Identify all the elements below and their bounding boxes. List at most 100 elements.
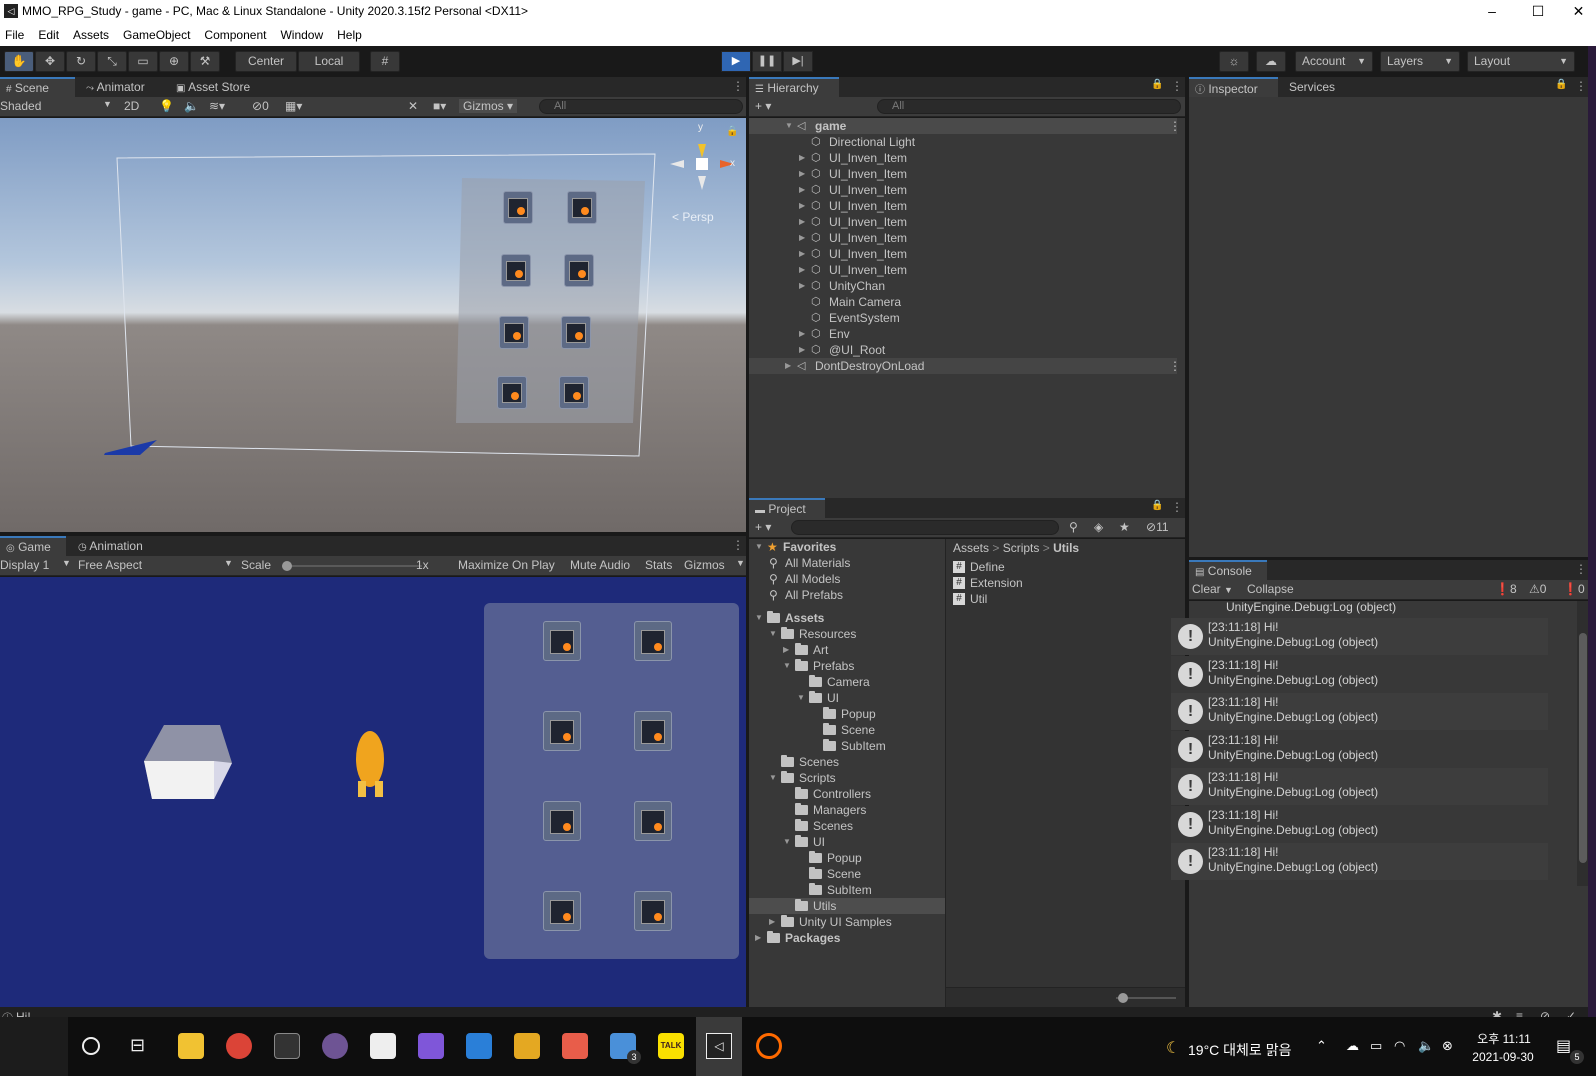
search-icon[interactable]	[82, 1037, 100, 1055]
chevron-right-icon[interactable]: ▶	[755, 930, 761, 946]
tab-game[interactable]: ◎ Game	[0, 536, 66, 556]
project-folder[interactable]: ▼ Resources	[749, 626, 945, 642]
chevron-right-icon[interactable]: ▶	[799, 230, 805, 246]
tab-asset-store[interactable]: ▣ Asset Store	[170, 77, 258, 97]
sourcetree-icon[interactable]	[514, 1033, 540, 1059]
hierarchy-item[interactable]: ▶ ⬡ Env	[749, 326, 1177, 342]
move-tool-icon[interactable]: ✥	[35, 51, 65, 72]
orientation-gizmo[interactable]: y x	[666, 122, 738, 206]
hierarchy-item[interactable]: ▶ ⬡ UI_Inven_Item	[749, 214, 1177, 230]
mode-2d-toggle[interactable]: 2D	[124, 99, 139, 113]
type-filter-icon[interactable]: ⚲	[1069, 520, 1078, 534]
visual-studio-icon[interactable]	[418, 1033, 444, 1059]
console-log-entry[interactable]: ! [23:11:18] Hi! UnityEngine.Debug:Log (ob…	[1171, 693, 1548, 730]
hierarchy-item[interactable]: ▶ ⬡ UI_Inven_Item	[749, 150, 1177, 166]
inventory-slot[interactable]	[634, 621, 672, 661]
pivot-local-button[interactable]: Local	[298, 51, 360, 72]
pivot-center-button[interactable]: Center	[235, 51, 297, 72]
maximize-on-play-toggle[interactable]: Maximize On Play	[458, 558, 555, 572]
project-folder[interactable]: SubItem	[749, 738, 945, 754]
chevron-right-icon[interactable]: ▶	[799, 166, 805, 182]
fork-icon[interactable]	[562, 1033, 588, 1059]
kakaotalk-icon[interactable]: TALK	[658, 1033, 684, 1059]
console-scrollbar-thumb[interactable]	[1579, 633, 1587, 863]
chrome-icon[interactable]	[226, 1033, 252, 1059]
terminal-icon[interactable]	[274, 1033, 300, 1059]
info-filter-toggle[interactable]: ❗8	[1495, 582, 1517, 596]
rotate-tool-icon[interactable]: ↻	[66, 51, 96, 72]
project-folder[interactable]: ▼ UI	[749, 690, 945, 706]
inventory-slot[interactable]	[543, 891, 581, 931]
stats-toggle[interactable]: Stats	[645, 558, 672, 572]
clock-time[interactable]: 오후 11:11	[1472, 1030, 1536, 1047]
chevron-down-icon[interactable]: ▼	[785, 118, 793, 134]
chevron-down-icon[interactable]: ▼	[783, 834, 791, 850]
console-log-entry[interactable]: ! [23:11:18] Hi! UnityEngine.Debug:Log (ob…	[1171, 730, 1548, 768]
scale-slider-handle[interactable]	[282, 561, 292, 571]
light-icon[interactable]: ☼	[1219, 51, 1249, 72]
lock-icon[interactable]: 🔒	[1555, 79, 1567, 90]
play-button[interactable]: ▶	[721, 51, 751, 72]
menu-window[interactable]: Window	[271, 23, 328, 42]
project-folder[interactable]: Utils	[749, 898, 945, 914]
collapse-toggle[interactable]: Collapse	[1247, 582, 1294, 596]
tab-console[interactable]: ▤ Console	[1189, 560, 1267, 580]
hierarchy-item[interactable]: ⬡ EventSystem	[749, 310, 1177, 326]
menu-file[interactable]: File	[0, 23, 29, 42]
project-folder[interactable]: Controllers	[749, 786, 945, 802]
project-folder[interactable]: Scene	[749, 866, 945, 882]
minimize-button[interactable]: –	[1469, 0, 1515, 23]
hierarchy-item[interactable]: ▶ ⬡ UI_Inven_Item	[749, 246, 1177, 262]
star-icon[interactable]: ★	[1119, 520, 1130, 534]
hierarchy-item[interactable]: ▶ ⬡ @UI_Root	[749, 342, 1177, 358]
chevron-right-icon[interactable]: ▶	[799, 214, 805, 230]
console-log-entry[interactable]: ! [23:11:18] Hi! UnityEngine.Debug:Log (ob…	[1171, 655, 1548, 693]
menu-assets[interactable]: Assets	[64, 23, 114, 42]
scene-root-row[interactable]: ▼ ◁ game ⋮	[749, 118, 1181, 134]
project-folder[interactable]: ▼ Assets	[749, 610, 945, 626]
gizmos-dropdown[interactable]: Gizmos ▾	[459, 99, 518, 113]
breadcrumb-scripts[interactable]: Scripts	[1003, 541, 1040, 555]
chevron-down-icon[interactable]: ▼	[797, 690, 805, 706]
clock-date[interactable]: 2021-09-30	[1466, 1050, 1540, 1064]
taskbar-active-app[interactable]: ◁	[696, 1017, 742, 1076]
console-log-entry[interactable]: ! [23:11:18] Hi! UnityEngine.Debug:Log (ob…	[1171, 843, 1548, 880]
project-folder[interactable]: ▶ Unity UI Samples	[749, 914, 945, 930]
layout-dropdown[interactable]: Layout ▼	[1467, 51, 1575, 72]
chevron-right-icon[interactable]: ▶	[783, 642, 789, 658]
clear-button[interactable]: Clear ▼	[1192, 582, 1233, 596]
layers-dropdown[interactable]: Layers ▼	[1380, 51, 1460, 72]
project-folder[interactable]: Managers	[749, 802, 945, 818]
chevron-right-icon[interactable]: ▶	[799, 278, 805, 294]
project-folder[interactable]: Popup	[749, 706, 945, 722]
project-folder[interactable]: ▶ Packages	[749, 930, 945, 946]
tab-hierarchy[interactable]: ☰ Hierarchy	[749, 77, 839, 97]
chevron-down-icon[interactable]: ▼	[769, 770, 777, 786]
game-view[interactable]	[0, 577, 746, 1007]
kebab-menu-icon[interactable]: ⋮	[1169, 118, 1181, 134]
tab-animator[interactable]: ⤳ Animator	[80, 77, 153, 97]
hierarchy-item[interactable]: ▶ ⬡ UI_Inven_Item	[749, 166, 1177, 182]
custom-tool-icon[interactable]: ⚒	[190, 51, 220, 72]
hand-tool-icon[interactable]: ✋	[4, 51, 34, 72]
lighting-icon[interactable]: 💡	[159, 99, 174, 113]
hierarchy-item[interactable]: ⬡ Directional Light	[749, 134, 1177, 150]
step-button[interactable]: ▶|	[783, 51, 813, 72]
scene-view[interactable]: y x < Persp 🔒	[0, 118, 746, 532]
aspect-dropdown[interactable]: Free Aspect ▼	[78, 558, 236, 572]
ime-icon[interactable]: ⊗	[1442, 1038, 1453, 1054]
volume-icon[interactable]: 🔈	[1418, 1038, 1434, 1054]
game-gizmos-dropdown[interactable]: Gizmos ▼	[684, 558, 745, 572]
inventory-slot[interactable]	[543, 711, 581, 751]
rect-tool-icon[interactable]: ▭	[128, 51, 158, 72]
unity-hub-icon[interactable]	[370, 1033, 396, 1059]
chevron-right-icon[interactable]: ▶	[799, 262, 805, 278]
grid-snap-icon[interactable]: #	[370, 51, 400, 72]
create-dropdown-icon[interactable]: + ▾	[755, 520, 771, 534]
hierarchy-item[interactable]: ▶ ⬡ UI_Inven_Item	[749, 230, 1177, 246]
project-folder[interactable]: ▶ Art	[749, 642, 945, 658]
tab-services[interactable]: Services	[1283, 77, 1343, 97]
shading-dropdown[interactable]: Shaded ▼	[0, 99, 112, 113]
chevron-right-icon[interactable]: ▶	[785, 358, 791, 374]
battery-icon[interactable]: ▭	[1370, 1038, 1382, 1054]
